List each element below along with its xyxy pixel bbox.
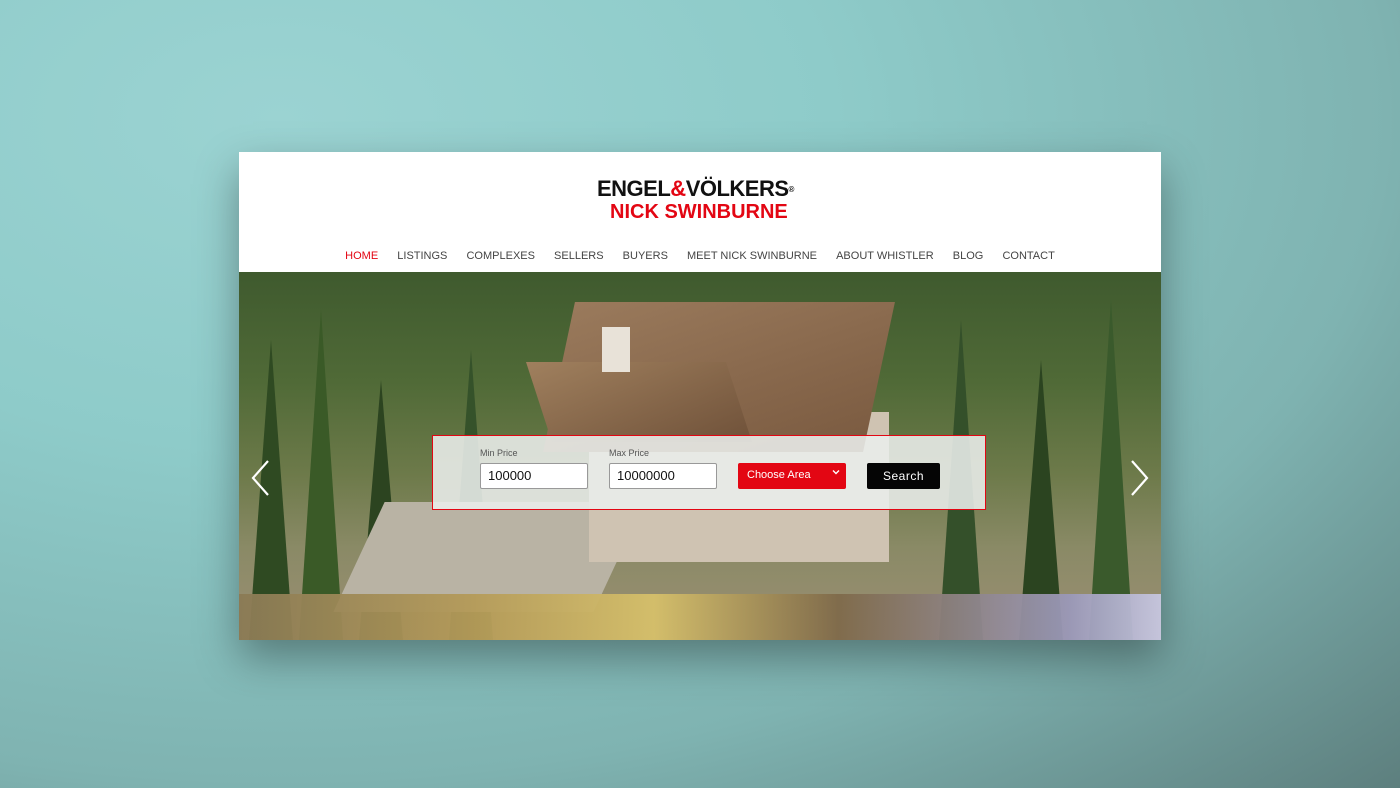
chevron-down-icon [832, 468, 840, 479]
nav-contact[interactable]: CONTACT [1002, 250, 1054, 262]
logo-engel: ENGEL [597, 176, 671, 201]
registered-mark: ® [788, 185, 795, 194]
nav-buyers[interactable]: BUYERS [623, 250, 668, 262]
website-card: ENGEL&VÖLKERS® NICK SWINBURNE HOME LISTI… [239, 152, 1161, 640]
site-header: ENGEL&VÖLKERS® NICK SWINBURNE HOME LISTI… [239, 152, 1161, 272]
nav-about-whistler[interactable]: ABOUT WHISTLER [836, 250, 934, 262]
chevron-left-icon[interactable] [249, 458, 273, 498]
nav-listings[interactable]: LISTINGS [397, 250, 447, 262]
hero-slider: Min Price 100000 Max Price 10000000 Choo… [239, 272, 1161, 640]
property-search-form: Min Price 100000 Max Price 10000000 Choo… [432, 435, 986, 510]
max-price-input[interactable]: 10000000 [609, 463, 717, 489]
nav-meet-nick[interactable]: MEET NICK SWINBURNE [687, 250, 817, 262]
logo-line-2: NICK SWINBURNE [610, 201, 788, 223]
min-price-input[interactable]: 100000 [480, 463, 588, 489]
max-price-label: Max Price [609, 448, 650, 458]
area-select-value: Choose Area [747, 469, 811, 481]
chevron-right-icon[interactable] [1127, 458, 1151, 498]
min-price-label: Min Price [480, 448, 518, 458]
logo-ampersand: & [670, 176, 686, 201]
main-nav: HOME LISTINGS COMPLEXES SELLERS BUYERS M… [239, 244, 1161, 263]
search-button[interactable]: Search [867, 463, 940, 489]
nav-blog[interactable]: BLOG [953, 250, 984, 262]
nav-sellers[interactable]: SELLERS [554, 250, 604, 262]
logo-line-1: ENGEL&VÖLKERS® [597, 177, 794, 201]
brand-logo[interactable]: ENGEL&VÖLKERS® NICK SWINBURNE [597, 177, 803, 224]
hero-bottom-strip [239, 594, 1161, 640]
house-chimney [602, 327, 630, 372]
tree-shape [299, 310, 343, 640]
house-roof-front [526, 362, 752, 442]
nav-complexes[interactable]: COMPLEXES [466, 250, 534, 262]
logo-volkers: VÖLKERS [685, 176, 789, 201]
area-select[interactable]: Choose Area [738, 463, 846, 489]
nav-home[interactable]: HOME [345, 250, 378, 262]
